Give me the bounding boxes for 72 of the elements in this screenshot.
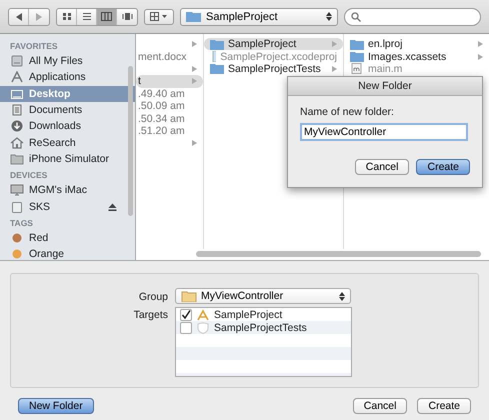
dialog-button[interactable]: Cancel bbox=[352, 398, 408, 414]
eject-icon[interactable] bbox=[108, 202, 117, 211]
group-label: Group bbox=[138, 290, 168, 303]
sidebar-item[interactable]: iPhone Simulator bbox=[0, 150, 135, 168]
column-row[interactable]: .51.20 am bbox=[136, 124, 203, 138]
list-icon bbox=[82, 12, 92, 21]
folder-icon bbox=[210, 38, 224, 50]
column-row[interactable]: .49.40 am bbox=[136, 88, 203, 100]
column-row[interactable]: Images.xcassets bbox=[344, 50, 489, 63]
folder-icon bbox=[210, 63, 224, 74]
new-folder-button[interactable]: New Folder bbox=[18, 398, 94, 414]
document-icon bbox=[210, 51, 216, 62]
search-field[interactable] bbox=[344, 8, 481, 26]
documents-icon bbox=[10, 104, 24, 116]
monitor-icon bbox=[10, 184, 24, 196]
folder-icon bbox=[10, 152, 24, 165]
shield-icon bbox=[196, 322, 210, 334]
column-row[interactable]: .50.09 am bbox=[136, 100, 203, 112]
folder-icon bbox=[181, 290, 197, 302]
source-file-icon bbox=[350, 63, 364, 74]
cover-flow-icon bbox=[122, 12, 132, 21]
arrange-icon bbox=[150, 12, 168, 21]
section-header: TAGS bbox=[9, 216, 34, 230]
columns-view-button[interactable] bbox=[97, 8, 117, 24]
sidebar-item[interactable]: Red bbox=[0, 230, 135, 246]
sidebar-item[interactable]: Documents bbox=[0, 102, 135, 118]
sidebar-item[interactable]: SKS bbox=[0, 198, 135, 215]
sheet-title: New Folder bbox=[288, 77, 482, 96]
house-icon bbox=[10, 136, 24, 149]
desktop-icon bbox=[10, 88, 24, 100]
sidebar-item[interactable]: Downloads bbox=[0, 118, 135, 134]
folder-icon bbox=[350, 38, 364, 50]
scrollbar-thumb[interactable] bbox=[196, 251, 481, 257]
column-row[interactable]: main.m bbox=[344, 62, 489, 76]
checkbox[interactable] bbox=[180, 308, 192, 320]
selected-row[interactable]: SampleProject bbox=[204, 38, 343, 50]
column-row[interactable]: SampleProjectTests bbox=[204, 62, 343, 76]
default-button[interactable]: Create bbox=[416, 159, 470, 175]
drawer-icon bbox=[10, 55, 24, 68]
columns-icon bbox=[101, 12, 112, 21]
path-popup[interactable]: SampleProject bbox=[180, 8, 338, 26]
sheet-button[interactable]: Cancel bbox=[354, 159, 410, 175]
arrange-button[interactable] bbox=[144, 8, 174, 24]
column-row[interactable]: .50.34 am bbox=[136, 112, 203, 125]
sidebar-item[interactable]: ReSearch bbox=[0, 134, 135, 151]
section-header: FAVORITES bbox=[9, 40, 59, 53]
search-icon bbox=[351, 12, 361, 22]
selected-row[interactable]: t bbox=[136, 75, 203, 88]
checkbox[interactable] bbox=[180, 322, 192, 334]
targets-label: Targets bbox=[132, 308, 168, 321]
sidebar-item[interactable]: Applications bbox=[0, 69, 135, 86]
scrollbar-thumb[interactable] bbox=[128, 66, 133, 216]
sidebar-item[interactable]: MGM's iMac bbox=[0, 182, 135, 198]
field-label: Name of new folder: bbox=[300, 106, 395, 118]
column-row[interactable]: en.lproj bbox=[344, 38, 489, 50]
folder-name-field[interactable]: MyViewController bbox=[300, 123, 468, 141]
targets-list: SampleProject SampleProjectTests bbox=[175, 307, 352, 377]
sidebar-item[interactable]: Orange bbox=[0, 246, 135, 260]
right-triangle-icon bbox=[35, 12, 43, 20]
column-row[interactable]: ment.docx bbox=[136, 50, 203, 63]
apps-icon bbox=[10, 71, 24, 84]
folder-icon bbox=[186, 11, 201, 22]
left-triangle-icon bbox=[14, 12, 22, 20]
dialog-button[interactable]: Create bbox=[417, 398, 471, 414]
stepper-icon bbox=[339, 292, 345, 300]
group-popup[interactable]: MyViewController bbox=[175, 288, 351, 304]
grid-icon bbox=[62, 12, 72, 21]
folder-icon bbox=[350, 51, 364, 62]
section-header: DEVICES bbox=[9, 169, 48, 182]
download-icon bbox=[10, 120, 24, 132]
sidebar-item[interactable]: All My Files bbox=[0, 53, 135, 70]
stepper-icon bbox=[326, 12, 332, 21]
